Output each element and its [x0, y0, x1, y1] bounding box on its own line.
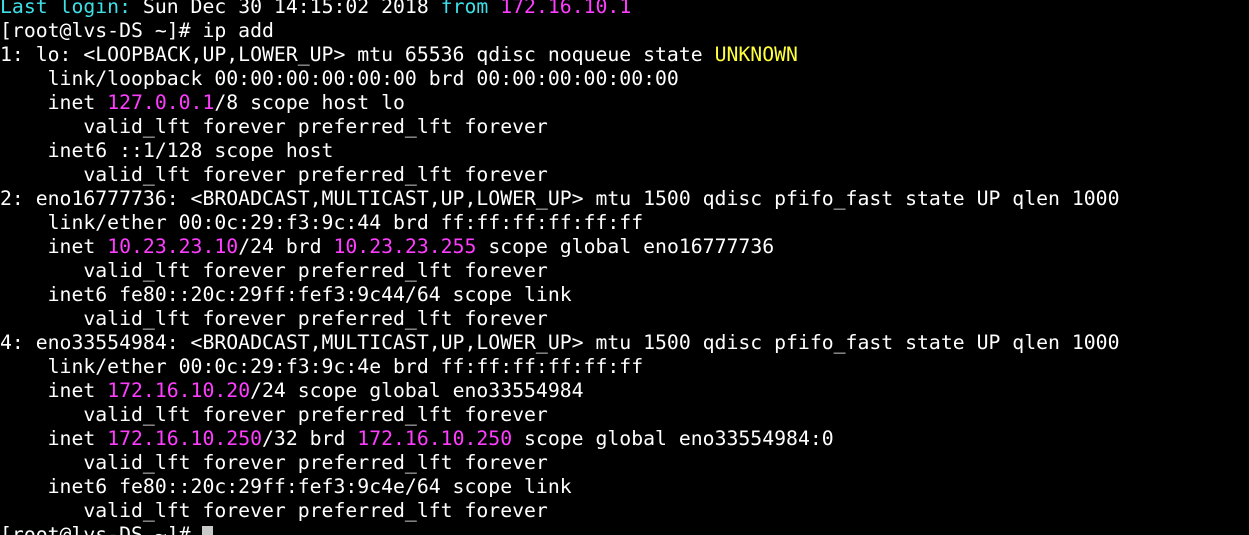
- output-text: link/loopback 00:00:00:00:00:00 brd 00:0…: [0, 67, 679, 90]
- output-text: 172.16.10.1: [500, 0, 632, 18]
- prompt-line: [root@lvs-DS ~]#: [0, 523, 1119, 535]
- terminal-line: Last login: Sun Dec 30 14:15:02 2018 fro…: [0, 0, 1119, 19]
- output-text: /8 scope host lo: [214, 91, 405, 114]
- output-text: inet6 fe80::20c:29ff:fef3:9c4e/64 scope …: [0, 475, 572, 498]
- output-text: inet: [0, 235, 108, 258]
- output-text: 10.23.23.10: [107, 235, 239, 258]
- output-text: /24 scope global eno33554984: [250, 379, 584, 402]
- output-text: 172.16.10.250: [107, 427, 263, 450]
- terminal-window[interactable]: Last login: Sun Dec 30 14:15:02 2018 fro…: [0, 0, 1249, 535]
- output-text: [root@lvs-DS ~]#: [0, 523, 203, 535]
- terminal-line: inet6 ::1/128 scope host: [0, 139, 1119, 163]
- terminal-line: inet6 fe80::20c:29ff:fef3:9c4e/64 scope …: [0, 475, 1119, 499]
- terminal-line: valid_lft forever preferred_lft forever: [0, 163, 1119, 187]
- output-text: 1: lo: <LOOPBACK,UP,LOWER_UP> mtu 65536 …: [0, 43, 715, 66]
- output-text: 4: eno33554984: <BROADCAST,MULTICAST,UP,…: [0, 331, 1120, 354]
- output-text: Sun Dec 30 14:15:02 2018: [131, 0, 441, 18]
- terminal-line: valid_lft forever preferred_lft forever: [0, 499, 1119, 523]
- output-text: valid_lft forever preferred_lft forever: [0, 163, 548, 186]
- terminal-line: inet6 fe80::20c:29ff:fef3:9c44/64 scope …: [0, 283, 1119, 307]
- terminal-line: valid_lft forever preferred_lft forever: [0, 403, 1119, 427]
- output-text: 127.0.0.1: [107, 91, 215, 114]
- output-text: 172.16.10.20: [107, 379, 251, 402]
- terminal-line: [root@lvs-DS ~]# ip add: [0, 19, 1119, 43]
- terminal-line: link/ether 00:0c:29:f3:9c:4e brd ff:ff:f…: [0, 355, 1119, 379]
- terminal-line: 2: eno16777736: <BROADCAST,MULTICAST,UP,…: [0, 187, 1119, 211]
- output-text: UNKNOWN: [714, 43, 798, 66]
- cursor-block: [202, 526, 214, 535]
- terminal-line: inet 172.16.10.250/32 brd 172.16.10.250 …: [0, 427, 1119, 451]
- output-text: 10.23.23.255: [333, 235, 477, 258]
- output-text: valid_lft forever preferred_lft forever: [0, 403, 548, 426]
- output-text: inet: [0, 427, 108, 450]
- terminal-line: valid_lft forever preferred_lft forever: [0, 307, 1119, 331]
- output-text: link/ether 00:0c:29:f3:9c:44 brd ff:ff:f…: [0, 211, 644, 234]
- output-text: 2: eno16777736: <BROADCAST,MULTICAST,UP,…: [0, 187, 1120, 210]
- terminal-line: inet 127.0.0.1/8 scope host lo: [0, 91, 1119, 115]
- output-text: scope global eno33554984:0: [512, 427, 834, 450]
- output-text: inet6 ::1/128 scope host: [0, 139, 334, 162]
- terminal-line: valid_lft forever preferred_lft forever: [0, 259, 1119, 283]
- output-text: inet6 fe80::20c:29ff:fef3:9c44/64 scope …: [0, 283, 572, 306]
- output-text: valid_lft forever preferred_lft forever: [0, 115, 548, 138]
- terminal-line: valid_lft forever preferred_lft forever: [0, 115, 1119, 139]
- output-text: 172.16.10.250: [357, 427, 513, 450]
- output-text: /32 brd: [262, 427, 358, 450]
- output-text: Last login:: [0, 0, 132, 18]
- terminal-line: 1: lo: <LOOPBACK,UP,LOWER_UP> mtu 65536 …: [0, 43, 1119, 67]
- output-text: from: [440, 0, 489, 18]
- output-text: valid_lft forever preferred_lft forever: [0, 259, 548, 282]
- terminal-line: link/ether 00:0c:29:f3:9c:44 brd ff:ff:f…: [0, 211, 1119, 235]
- output-text: inet: [0, 91, 108, 114]
- output-text: inet: [0, 379, 108, 402]
- terminal-line: inet 172.16.10.20/24 scope global eno335…: [0, 379, 1119, 403]
- terminal-line: 4: eno33554984: <BROADCAST,MULTICAST,UP,…: [0, 331, 1119, 355]
- terminal-line: valid_lft forever preferred_lft forever: [0, 451, 1119, 475]
- output-text: valid_lft forever preferred_lft forever: [0, 451, 548, 474]
- output-text: [root@lvs-DS ~]# ip add: [0, 19, 274, 42]
- terminal-line: link/loopback 00:00:00:00:00:00 brd 00:0…: [0, 67, 1119, 91]
- output-text: /24 brd: [238, 235, 334, 258]
- terminal-line: inet 10.23.23.10/24 brd 10.23.23.255 sco…: [0, 235, 1119, 259]
- output-text: valid_lft forever preferred_lft forever: [0, 499, 548, 522]
- terminal-output[interactable]: Last login: Sun Dec 30 14:15:02 2018 fro…: [0, 0, 1119, 535]
- output-text: link/ether 00:0c:29:f3:9c:4e brd ff:ff:f…: [0, 355, 644, 378]
- output-text: scope global eno16777736: [476, 235, 775, 258]
- output-text: valid_lft forever preferred_lft forever: [0, 307, 548, 330]
